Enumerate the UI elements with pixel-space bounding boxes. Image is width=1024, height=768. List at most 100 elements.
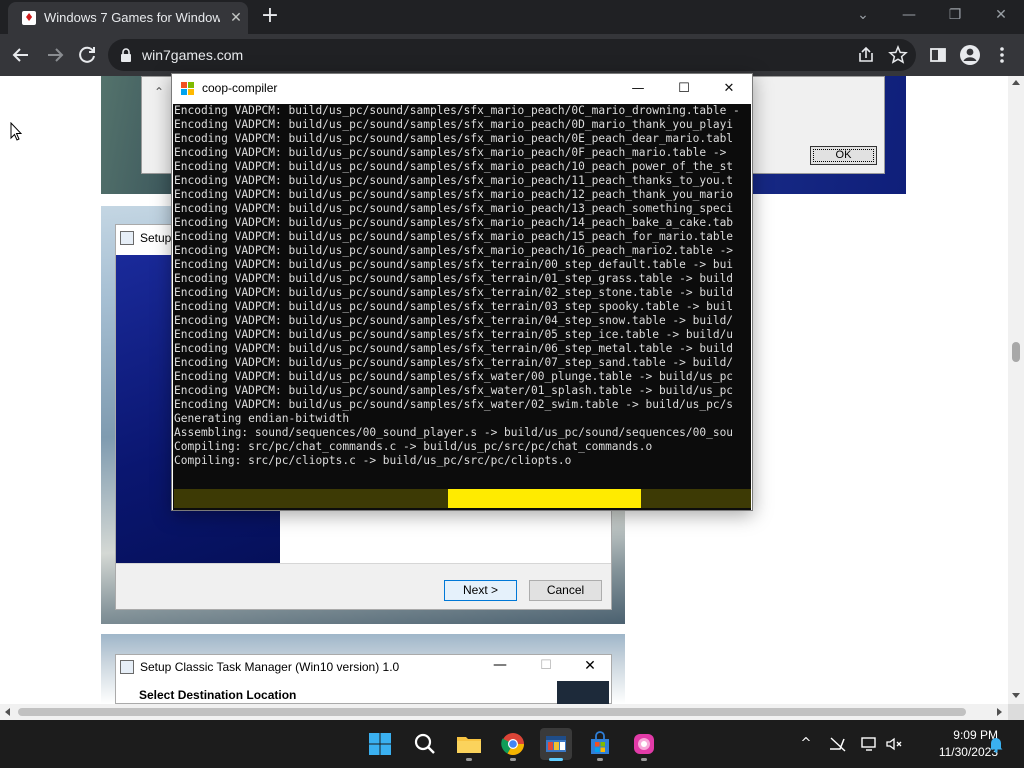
console-line: Encoding VADPCM: build/us_pc/sound/sampl… bbox=[174, 342, 734, 355]
chrome-icon[interactable] bbox=[497, 728, 529, 760]
console-line: Encoding VADPCM: build/us_pc/sound/sampl… bbox=[174, 132, 734, 145]
console-line: Encoding VADPCM: build/us_pc/sound/sampl… bbox=[174, 188, 734, 201]
browser-toolbar: win7games.com bbox=[0, 34, 1024, 76]
lock-icon[interactable] bbox=[120, 47, 132, 63]
active-app-indicator bbox=[549, 758, 563, 761]
share-icon[interactable] bbox=[854, 42, 878, 68]
running-indicator bbox=[466, 758, 472, 761]
setup-graphic-image bbox=[557, 681, 609, 704]
console-line: Encoding VADPCM: build/us_pc/sound/sampl… bbox=[174, 314, 734, 327]
console-window-title: coop-compiler bbox=[202, 81, 278, 95]
forward-arrow-icon[interactable] bbox=[42, 42, 68, 68]
scroll-corner bbox=[1008, 704, 1024, 720]
task-manager-setup-dialog: Setup Classic Task Manager (Win10 versio… bbox=[115, 654, 612, 704]
browser-restore-button[interactable]: ❐ bbox=[932, 0, 978, 30]
console-line: Compiling: src/pc/cliopts.c -> build/us_… bbox=[174, 454, 572, 467]
address-bar[interactable]: win7games.com bbox=[108, 39, 916, 71]
chevron-up-icon: ⌃ bbox=[153, 85, 165, 99]
back-arrow-icon[interactable] bbox=[8, 42, 34, 68]
dialog-maximize-button: ☐ bbox=[540, 658, 552, 673]
console-line: Encoding VADPCM: build/us_pc/sound/sampl… bbox=[174, 300, 734, 313]
console-line: Encoding VADPCM: build/us_pc/sound/sampl… bbox=[174, 216, 734, 229]
scroll-left-arrow-icon[interactable] bbox=[5, 708, 10, 716]
scroll-up-arrow-icon[interactable] bbox=[1012, 80, 1020, 85]
setup-dialog-title: Setup bbox=[140, 231, 172, 245]
folder-icon[interactable] bbox=[453, 728, 485, 760]
browser-close-button[interactable]: ✕ bbox=[978, 0, 1024, 30]
bookmark-star-icon[interactable] bbox=[886, 42, 910, 68]
console-line: Encoding VADPCM: build/us_pc/sound/sampl… bbox=[174, 174, 734, 187]
network-icon[interactable] bbox=[828, 734, 848, 754]
console-line: Encoding VADPCM: build/us_pc/sound/sampl… bbox=[174, 286, 734, 299]
progress-bar bbox=[174, 489, 751, 508]
side-panel-icon[interactable] bbox=[926, 42, 950, 68]
running-indicator bbox=[510, 758, 516, 761]
console-line: Encoding VADPCM: build/us_pc/sound/sampl… bbox=[174, 328, 734, 341]
setup-app-icon bbox=[120, 231, 134, 245]
terminal-icon[interactable] bbox=[540, 728, 572, 760]
vertical-scrollbar[interactable] bbox=[1008, 76, 1024, 704]
tab-title: Windows 7 Games for Windows bbox=[44, 10, 220, 25]
horizontal-scrollbar[interactable] bbox=[0, 704, 1008, 720]
display-icon[interactable] bbox=[860, 734, 880, 754]
task-manager-setup-title: Setup Classic Task Manager (Win10 versio… bbox=[140, 660, 400, 674]
vertical-scroll-thumb[interactable] bbox=[1012, 342, 1020, 362]
console-line: Encoding VADPCM: build/us_pc/sound/sampl… bbox=[174, 384, 734, 397]
store-icon[interactable] bbox=[584, 728, 616, 760]
photos-icon[interactable] bbox=[628, 728, 660, 760]
console-line: Encoding VADPCM: build/us_pc/sound/sampl… bbox=[174, 272, 734, 285]
console-line: Compiling: src/pc/chat_commands.c -> bui… bbox=[174, 440, 653, 453]
dialog-minimize-button[interactable]: — bbox=[488, 655, 512, 677]
setup-app-icon bbox=[120, 660, 134, 674]
running-indicator bbox=[597, 758, 603, 761]
notification-bell-icon[interactable] bbox=[986, 734, 1006, 754]
console-line: Encoding VADPCM: build/us_pc/sound/sampl… bbox=[174, 104, 740, 117]
console-minimize-button[interactable]: — bbox=[615, 74, 661, 103]
volume-muted-icon[interactable] bbox=[884, 734, 904, 754]
browser-tab-strip: ♦ Windows 7 Games for Windows ✕ + ⌄ — ❐ … bbox=[0, 0, 1024, 34]
scroll-right-arrow-icon[interactable] bbox=[997, 708, 1002, 716]
console-close-button[interactable]: ✕ bbox=[706, 74, 752, 103]
console-line: Encoding VADPCM: build/us_pc/sound/sampl… bbox=[174, 356, 734, 369]
console-line: Encoding VADPCM: build/us_pc/sound/sampl… bbox=[174, 230, 734, 243]
site-favicon-icon: ♦ bbox=[22, 11, 36, 25]
console-line: Generating endian-bitwidth bbox=[174, 412, 350, 425]
profile-avatar-icon[interactable] bbox=[958, 42, 982, 68]
console-line: Encoding VADPCM: build/us_pc/sound/sampl… bbox=[174, 258, 734, 271]
console-log: Encoding VADPCM: build/us_pc/sound/sampl… bbox=[174, 104, 751, 468]
console-maximize-button[interactable]: ☐ bbox=[661, 74, 707, 103]
chevron-up-icon[interactable]: ^ bbox=[796, 734, 816, 754]
console-line: Encoding VADPCM: build/us_pc/sound/sampl… bbox=[174, 370, 734, 383]
horizontal-scroll-thumb[interactable] bbox=[18, 708, 966, 716]
console-app-icon bbox=[181, 82, 194, 95]
ok-button[interactable]: OK bbox=[810, 146, 877, 165]
console-line: Encoding VADPCM: build/us_pc/sound/sampl… bbox=[174, 160, 734, 173]
url-text: win7games.com bbox=[142, 47, 244, 63]
console-line: Encoding VADPCM: build/us_pc/sound/sampl… bbox=[174, 146, 727, 159]
browser-menu-icon[interactable] bbox=[990, 42, 1014, 68]
dialog-heading: Select Destination Location bbox=[139, 688, 297, 702]
tab-close-icon[interactable]: ✕ bbox=[228, 9, 244, 27]
console-titlebar[interactable]: coop-compiler — ☐ ✕ bbox=[172, 74, 752, 103]
browser-tab[interactable]: ♦ Windows 7 Games for Windows ✕ bbox=[8, 2, 248, 34]
scroll-down-arrow-icon[interactable] bbox=[1012, 693, 1020, 698]
start-windows-logo-icon[interactable] bbox=[364, 728, 396, 760]
console-line: Encoding VADPCM: build/us_pc/sound/sampl… bbox=[174, 202, 734, 215]
setup-dialog-footer: Next > Cancel bbox=[116, 563, 611, 609]
console-line: Encoding VADPCM: build/us_pc/sound/sampl… bbox=[174, 398, 734, 411]
new-tab-button[interactable]: + bbox=[258, 4, 282, 28]
running-indicator bbox=[641, 758, 647, 761]
browser-minimize-button[interactable]: — bbox=[886, 0, 932, 30]
mouse-cursor-icon bbox=[10, 122, 22, 141]
coop-compiler-window[interactable]: coop-compiler — ☐ ✕ Encoding VADPCM: bui… bbox=[171, 73, 753, 511]
next-button[interactable]: Next > bbox=[444, 580, 517, 601]
console-line: Encoding VADPCM: build/us_pc/sound/sampl… bbox=[174, 118, 734, 131]
search-icon[interactable] bbox=[409, 728, 441, 760]
progress-bar-fill bbox=[448, 489, 642, 508]
dialog-close-button[interactable]: ✕ bbox=[578, 655, 602, 677]
windows-taskbar: ^ 9:09 PM 11/30/2023 bbox=[0, 720, 1024, 768]
cancel-button[interactable]: Cancel bbox=[529, 580, 602, 601]
tab-search-button[interactable]: ⌄ bbox=[840, 0, 886, 30]
console-output[interactable]: Encoding VADPCM: build/us_pc/sound/sampl… bbox=[173, 104, 751, 510]
reload-icon[interactable] bbox=[74, 42, 100, 68]
